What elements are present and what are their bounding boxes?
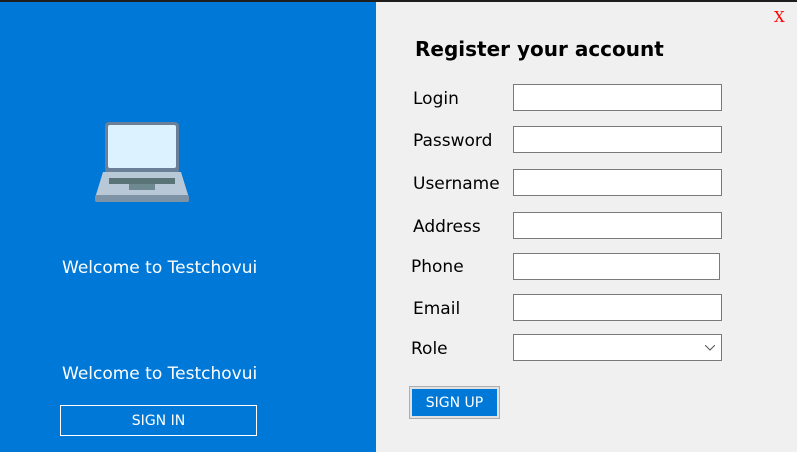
login-input[interactable] <box>513 84 722 111</box>
login-label: Login <box>413 89 459 109</box>
welcome-text: Welcome to Testchovui <box>62 258 258 278</box>
address-label: Address <box>413 217 481 237</box>
username-input[interactable] <box>513 169 722 196</box>
role-select[interactable] <box>513 334 722 361</box>
sign-in-button[interactable]: SIGN IN <box>60 405 257 436</box>
welcome-panel: Welcome to Testchovui Welcome to Testcho… <box>0 2 376 452</box>
username-label: Username <box>413 174 500 194</box>
sign-up-button-frame: SIGN UP <box>409 386 500 419</box>
phone-input[interactable] <box>513 253 720 280</box>
laptop-icon <box>95 122 189 202</box>
close-button[interactable]: X <box>774 8 785 26</box>
email-input[interactable] <box>513 294 722 321</box>
welcome-text-secondary: Welcome to Testchovui <box>62 364 258 384</box>
password-input[interactable] <box>513 126 722 153</box>
chevron-down-icon <box>705 345 715 351</box>
address-input[interactable] <box>513 212 722 239</box>
phone-label: Phone <box>411 257 464 277</box>
sign-up-button[interactable]: SIGN UP <box>412 389 497 416</box>
page-title: Register your account <box>415 37 664 61</box>
role-label: Role <box>411 339 448 359</box>
password-label: Password <box>413 131 493 151</box>
email-label: Email <box>413 299 461 319</box>
